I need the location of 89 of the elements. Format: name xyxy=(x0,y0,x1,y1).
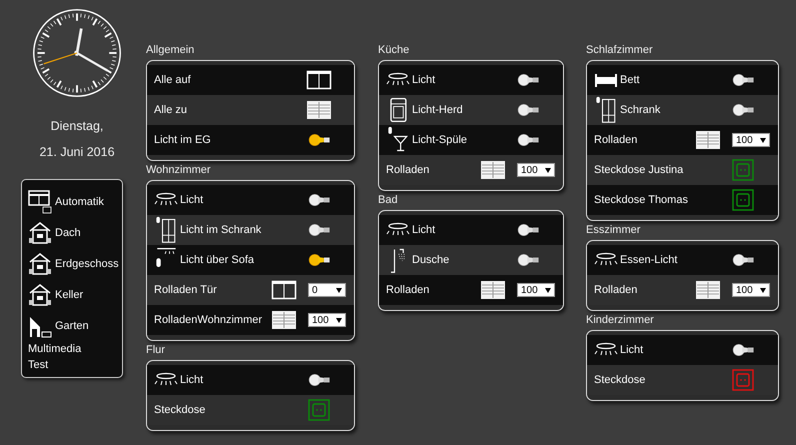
device-label: Licht im EG xyxy=(154,134,211,146)
room-heading: Schlafzimmer xyxy=(586,44,654,56)
nav-item[interactable]: Multimedia xyxy=(28,343,82,355)
closed-shutter-icon[interactable] xyxy=(271,310,297,330)
weekday-text: Dienstag, xyxy=(50,119,104,133)
light-bulb-icon[interactable] xyxy=(516,73,540,87)
light-bulb-icon[interactable] xyxy=(307,193,331,207)
room-heading: Wohnzimmer xyxy=(146,164,212,176)
device-label: Rolladen xyxy=(594,134,638,146)
light-bulb-icon[interactable] xyxy=(307,133,331,147)
light-bulb-icon[interactable] xyxy=(516,223,540,237)
device-label: Licht xyxy=(180,194,204,206)
ceiling-lamp-icon xyxy=(154,192,178,208)
closed-shutter-icon[interactable] xyxy=(480,160,506,180)
light-bulb-icon[interactable] xyxy=(307,253,331,267)
socket-icon[interactable] xyxy=(732,159,754,181)
device-label: Schrank xyxy=(620,104,660,116)
value-dropdown[interactable]: 0 xyxy=(308,283,346,297)
device-label: Steckdose Justina xyxy=(594,164,684,176)
house-icon[interactable] xyxy=(28,252,52,276)
device-label: Licht xyxy=(412,224,436,236)
value-dropdown[interactable]: 100 xyxy=(732,283,770,297)
open-shutter-icon[interactable] xyxy=(306,70,332,90)
light-bulb-icon[interactable] xyxy=(516,133,540,147)
ceiling-lamp-icon xyxy=(386,222,410,238)
socket-icon[interactable] xyxy=(732,369,754,391)
nav-item[interactable]: Test xyxy=(28,359,48,371)
device-label: Rolladen xyxy=(386,284,430,296)
blinds-icon[interactable] xyxy=(28,190,52,214)
nav-item[interactable]: Automatik xyxy=(55,196,104,208)
lamp-and-glass-icon xyxy=(386,126,410,154)
value-dropdown[interactable]: 100 xyxy=(517,283,555,297)
closed-shutter-icon[interactable] xyxy=(695,280,721,300)
room-heading: Allgemein xyxy=(146,44,196,56)
house-icon[interactable] xyxy=(28,282,52,306)
device-label: Essen-Licht xyxy=(620,254,678,266)
device-label: Licht xyxy=(412,74,436,86)
device-label: Dusche xyxy=(412,254,450,266)
date-text: 21. Juni 2016 xyxy=(39,145,115,159)
device-label: Licht-Herd xyxy=(412,104,463,116)
light-bulb-icon[interactable] xyxy=(516,253,540,267)
closed-shutter-icon[interactable] xyxy=(480,280,506,300)
open-shutter-icon[interactable] xyxy=(271,280,297,300)
nav-item[interactable]: Erdgeschoss xyxy=(55,258,119,270)
ceiling-lamp-icon xyxy=(594,342,618,358)
socket-icon[interactable] xyxy=(308,399,330,421)
device-label: Steckdose xyxy=(154,404,206,416)
cabinet-lamp-icon xyxy=(154,216,178,244)
light-bulb-icon[interactable] xyxy=(307,373,331,387)
device-label: Licht xyxy=(620,344,644,356)
house-icon[interactable] xyxy=(28,220,52,244)
light-bulb-icon[interactable] xyxy=(731,103,755,117)
light-bulb-icon[interactable] xyxy=(731,73,755,87)
ceiling-lamp-icon xyxy=(154,372,178,388)
value-dropdown[interactable]: 100 xyxy=(308,313,346,327)
room-heading: Bad xyxy=(378,194,399,206)
device-label: Bett xyxy=(620,74,640,86)
device-label: Licht über Sofa xyxy=(180,254,254,266)
room-heading: Kinderzimmer xyxy=(586,314,655,326)
light-bulb-icon[interactable] xyxy=(307,223,331,237)
cabinet-lamp-icon xyxy=(594,96,618,124)
value-dropdown[interactable]: 100 xyxy=(732,133,770,147)
light-bulb-icon[interactable] xyxy=(516,103,540,117)
nav-item[interactable]: Keller xyxy=(55,288,84,300)
closed-shutter-icon[interactable] xyxy=(695,130,721,150)
device-label: Alle zu xyxy=(154,104,188,116)
room-heading: Küche xyxy=(378,44,410,56)
device-label: Licht xyxy=(180,374,204,386)
socket-icon[interactable] xyxy=(732,189,754,211)
device-label: Steckdose Thomas xyxy=(594,194,688,206)
device-label: Steckdose xyxy=(594,374,646,386)
device-label: Rolladen xyxy=(386,164,430,176)
device-label: RolladenWohnzimmer xyxy=(154,314,262,326)
light-bulb-icon[interactable] xyxy=(731,343,755,357)
nav-item[interactable]: Dach xyxy=(55,226,81,238)
nav-item[interactable]: Garten xyxy=(55,320,89,332)
device-label: Alle auf xyxy=(154,74,191,86)
ceiling-lamp-icon xyxy=(386,72,410,88)
bed-icon xyxy=(594,72,618,88)
device-label: Licht im Schrank xyxy=(180,224,262,236)
light-bulb-icon[interactable] xyxy=(731,253,755,267)
device-label: Rolladen xyxy=(594,284,638,296)
ceiling-lamp-icon xyxy=(594,252,618,268)
device-label: Rolladen Tür xyxy=(154,284,217,296)
value-dropdown[interactable]: 100 xyxy=(517,163,555,177)
room-heading: Esszimmer xyxy=(586,224,642,236)
device-label: Licht-Spüle xyxy=(412,134,468,146)
room-heading: Flur xyxy=(146,344,166,356)
closed-shutter-icon[interactable] xyxy=(306,100,332,120)
